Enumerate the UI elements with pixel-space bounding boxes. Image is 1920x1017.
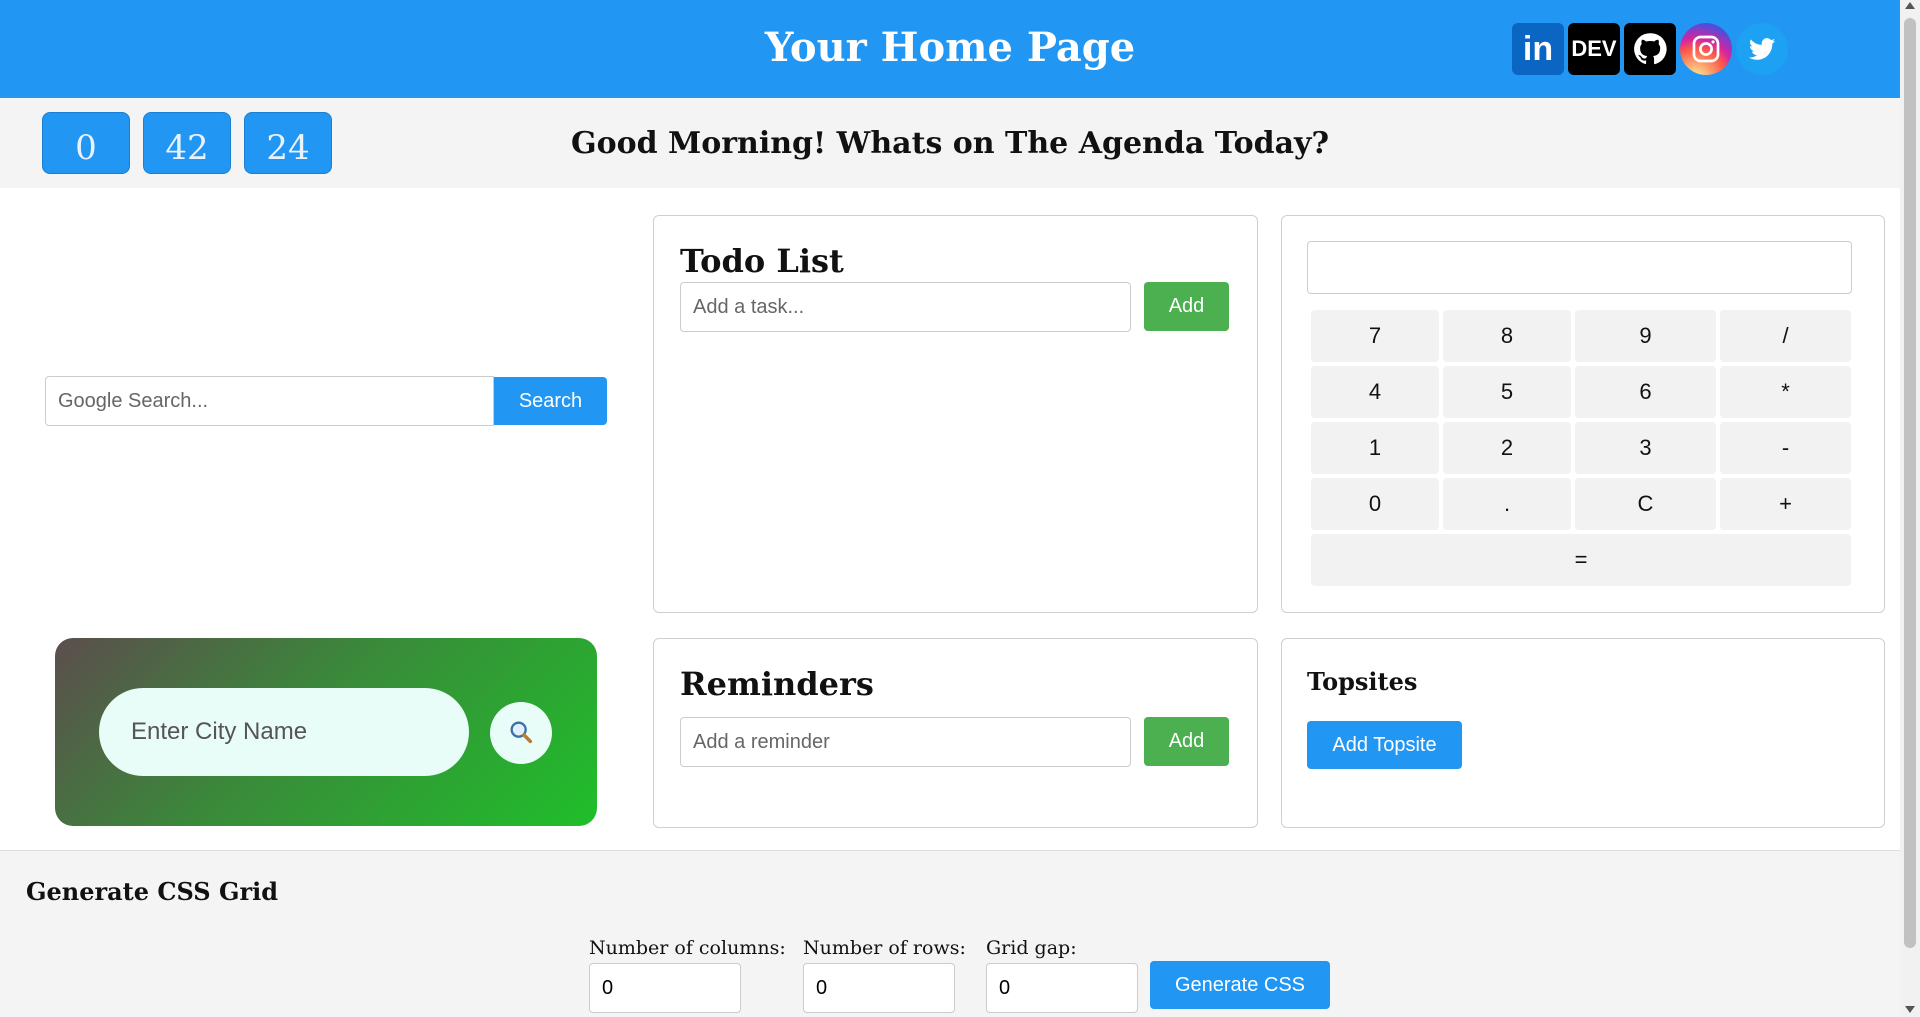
instagram-icon[interactable] xyxy=(1680,23,1732,75)
topsites-panel: Topsites Add Topsite xyxy=(1281,638,1885,828)
reminders-title: Reminders xyxy=(680,665,874,703)
todo-panel: Todo List Add xyxy=(653,215,1258,613)
social-links: in DEV xyxy=(1512,23,1788,75)
calculator-display[interactable] xyxy=(1307,241,1852,294)
add-task-button[interactable]: Add xyxy=(1144,282,1229,331)
calc-key-5[interactable]: 5 xyxy=(1443,366,1571,418)
gap-input[interactable] xyxy=(986,963,1138,1013)
weather-widget xyxy=(55,638,597,826)
dev-icon[interactable]: DEV xyxy=(1568,23,1620,75)
todo-title: Todo List xyxy=(680,242,844,280)
generate-css-button[interactable]: Generate CSS xyxy=(1150,961,1330,1009)
calc-key-minus[interactable]: - xyxy=(1720,422,1851,474)
page-scrollbar[interactable] xyxy=(1900,0,1920,1017)
city-input[interactable] xyxy=(99,688,469,776)
google-search-input[interactable] xyxy=(45,376,494,426)
calc-key-decimal[interactable]: . xyxy=(1443,478,1571,530)
add-reminder-button[interactable]: Add xyxy=(1144,717,1229,766)
columns-input[interactable] xyxy=(589,963,741,1013)
columns-label: Number of columns: xyxy=(589,937,786,959)
rows-field: Number of rows: xyxy=(803,937,966,1013)
calc-key-divide[interactable]: / xyxy=(1720,310,1851,362)
gap-field: Grid gap: xyxy=(986,937,1138,1013)
header: Your Home Page in DEV xyxy=(0,0,1900,98)
grid-generator: Generate CSS Grid Number of columns: Num… xyxy=(0,850,1900,1017)
rows-label: Number of rows: xyxy=(803,937,966,959)
calc-key-1[interactable]: 1 xyxy=(1311,422,1439,474)
twitter-icon[interactable] xyxy=(1736,23,1788,75)
github-icon[interactable] xyxy=(1624,23,1676,75)
calculator-panel: 7 8 9 / 4 5 6 * 1 2 3 - 0 . C + = xyxy=(1281,215,1885,613)
calc-key-0[interactable]: 0 xyxy=(1311,478,1439,530)
gap-label: Grid gap: xyxy=(986,937,1077,959)
calc-key-2[interactable]: 2 xyxy=(1443,422,1571,474)
weather-search-button[interactable] xyxy=(490,702,552,764)
reminders-panel: Reminders Add xyxy=(653,638,1258,828)
calc-key-multiply[interactable]: * xyxy=(1720,366,1851,418)
rows-input[interactable] xyxy=(803,963,955,1013)
search-icon xyxy=(507,718,535,749)
greeting-text: Good Morning! Whats on The Agenda Today? xyxy=(570,126,1330,161)
calc-key-8[interactable]: 8 xyxy=(1443,310,1571,362)
greeting-bar: 0 42 24 Good Morning! Whats on The Agend… xyxy=(0,98,1900,188)
grid-generator-title: Generate CSS Grid xyxy=(26,877,279,906)
google-search: Search xyxy=(45,376,607,426)
reminder-input[interactable] xyxy=(680,717,1131,767)
linkedin-icon[interactable]: in xyxy=(1512,23,1564,75)
scroll-down-arrow-icon[interactable] xyxy=(1905,1006,1915,1013)
calc-key-6[interactable]: 6 xyxy=(1575,366,1716,418)
calc-key-clear[interactable]: C xyxy=(1575,478,1716,530)
search-button[interactable]: Search xyxy=(494,377,607,425)
calc-key-3[interactable]: 3 xyxy=(1575,422,1716,474)
calc-key-plus[interactable]: + xyxy=(1720,478,1851,530)
todo-input[interactable] xyxy=(680,282,1131,332)
columns-field: Number of columns: xyxy=(589,937,786,1013)
calc-key-equals[interactable]: = xyxy=(1311,534,1851,586)
calc-key-9[interactable]: 9 xyxy=(1575,310,1716,362)
calc-key-4[interactable]: 4 xyxy=(1311,366,1439,418)
calculator-keypad: 7 8 9 / 4 5 6 * 1 2 3 - 0 . C + = xyxy=(1311,310,1852,586)
scrollbar-thumb[interactable] xyxy=(1904,18,1916,948)
topsites-title: Topsites xyxy=(1307,667,1418,696)
add-topsite-button[interactable]: Add Topsite xyxy=(1307,721,1462,769)
calc-key-7[interactable]: 7 xyxy=(1311,310,1439,362)
scroll-up-arrow-icon[interactable] xyxy=(1905,2,1915,9)
